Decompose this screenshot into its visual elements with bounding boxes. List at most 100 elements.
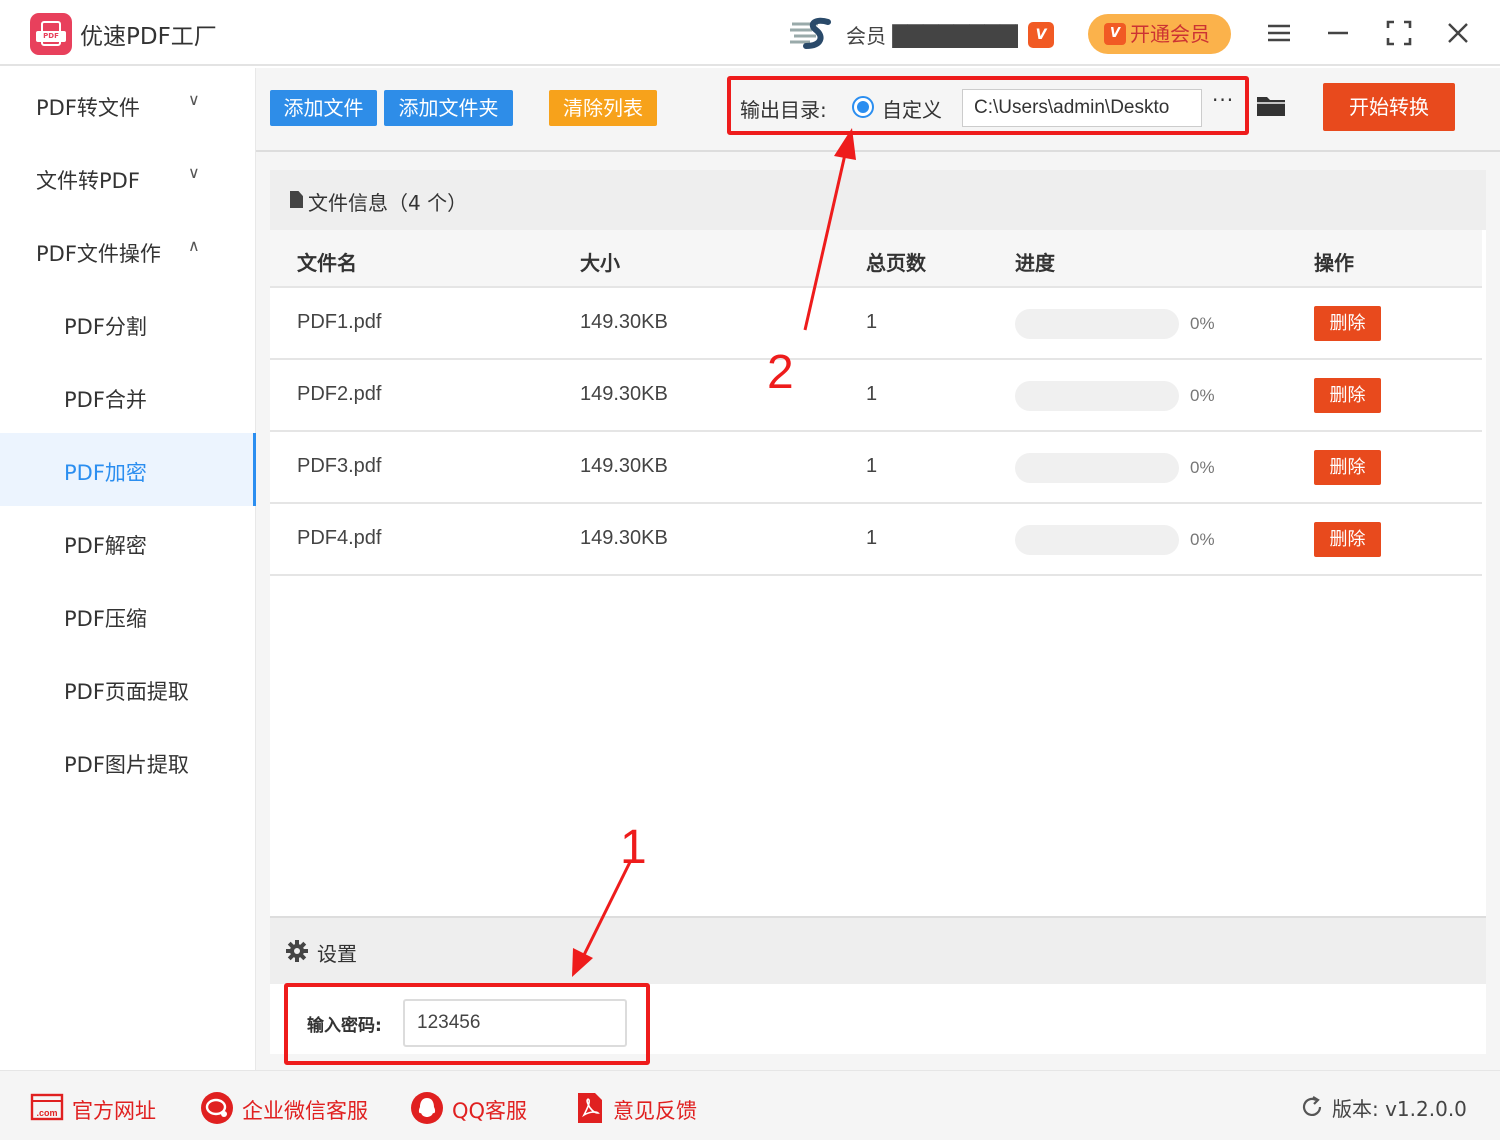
delete-button[interactable]: 删除 <box>1314 306 1381 341</box>
gear-icon <box>286 940 308 962</box>
qq-service-label: QQ客服 <box>452 1099 528 1123</box>
file-info-header: 文件信息（4 个） <box>270 170 1486 230</box>
official-site-label: 官方网址 <box>72 1099 156 1123</box>
file-pages: 1 <box>866 455 878 477</box>
refresh-icon[interactable] <box>1300 1095 1324 1119</box>
app-title: 优速PDF工厂 <box>80 24 217 50</box>
table-header: 文件名 大小 总页数 进度 操作 <box>270 230 1482 288</box>
file-info-panel: 文件信息（4 个） 文件名 大小 总页数 进度 操作 PDF1.pdf 149.… <box>270 170 1486 916</box>
app-window: PDF 优速PDF工厂 会员 ████████████ V V 开通会员 PDF… <box>0 0 1500 1140</box>
progress-text: 0% <box>1190 530 1215 549</box>
close-icon[interactable] <box>1443 18 1473 48</box>
logo-tag: PDF <box>36 31 66 42</box>
file-size: 149.30KB <box>580 527 668 549</box>
sidebar-item-label: PDF文件操作 <box>36 242 161 266</box>
sidebar-item-pdf-page-extract[interactable]: PDF页面提取 <box>0 652 256 725</box>
file-pages: 1 <box>866 311 878 333</box>
sidebar-item-label: PDF页面提取 <box>64 680 189 704</box>
table-row[interactable]: PDF4.pdf 149.30KB 1 0% 删除 <box>270 504 1482 576</box>
settings-header: 设置 <box>270 916 1486 984</box>
sidebar-item-label: PDF分割 <box>64 315 147 339</box>
clear-list-button[interactable]: 清除列表 <box>549 90 657 126</box>
sidebar-item-label: PDF转文件 <box>36 96 140 120</box>
qq-icon <box>411 1092 443 1124</box>
sidebar-item-label: 文件转PDF <box>36 169 140 193</box>
sidebar-item-pdf-operations[interactable]: PDF文件操作 ∧ <box>0 214 256 287</box>
progress-bar <box>1015 453 1179 483</box>
start-convert-button[interactable]: 开始转换 <box>1323 83 1455 131</box>
sidebar-item-label: PDF解密 <box>64 534 147 558</box>
sidebar-item-pdf-split[interactable]: PDF分割 <box>0 287 256 360</box>
progress-text: 0% <box>1190 386 1215 405</box>
file-size: 149.30KB <box>580 383 668 405</box>
user-name[interactable]: 会员 ████████████ <box>846 20 1018 49</box>
wecom-service-label: 企业微信客服 <box>242 1099 368 1123</box>
sidebar-item-pdf-encrypt[interactable]: PDF加密 <box>0 433 256 506</box>
table-row[interactable]: PDF3.pdf 149.30KB 1 0% 删除 <box>270 432 1482 504</box>
progress-text: 0% <box>1190 458 1215 477</box>
sidebar-item-pdf-merge[interactable]: PDF合并 <box>0 360 256 433</box>
table-row[interactable]: PDF1.pdf 149.30KB 1 0% 删除 <box>270 288 1482 360</box>
progress-bar <box>1015 309 1179 339</box>
file-name: PDF1.pdf <box>297 311 382 333</box>
sidebar-item-label: PDF图片提取 <box>64 753 189 777</box>
sidebar-item-label: PDF加密 <box>64 461 147 485</box>
open-vip-button[interactable]: V 开通会员 <box>1088 14 1231 54</box>
annotation-number-2: 2 <box>767 346 794 399</box>
progress-text: 0% <box>1190 314 1215 333</box>
vip-icon: V <box>1104 23 1126 45</box>
column-header-size: 大小 <box>580 251 620 275</box>
sidebar-item-pdf-to-file[interactable]: PDF转文件 ∨ <box>0 68 256 141</box>
version-label: 版本: v1.2.0.0 <box>1332 1097 1467 1121</box>
open-folder-icon[interactable] <box>1256 94 1286 118</box>
fullscreen-icon[interactable] <box>1384 18 1414 48</box>
file-icon <box>290 191 303 208</box>
website-icon: .com <box>30 1093 64 1121</box>
sidebar-item-pdf-image-extract[interactable]: PDF图片提取 <box>0 725 256 798</box>
user-logo-icon <box>790 17 831 49</box>
wecom-icon <box>201 1092 233 1124</box>
sidebar-item-file-to-pdf[interactable]: 文件转PDF ∨ <box>0 141 256 214</box>
annotation-box-output-dir <box>727 76 1249 135</box>
delete-button[interactable]: 删除 <box>1314 450 1381 485</box>
progress-bar <box>1015 525 1179 555</box>
file-size: 149.30KB <box>580 311 668 333</box>
column-header-action: 操作 <box>1314 251 1354 275</box>
annotation-box-password <box>284 983 650 1065</box>
progress-bar <box>1015 381 1179 411</box>
minimize-icon[interactable] <box>1323 18 1353 48</box>
menu-icon[interactable] <box>1264 18 1294 48</box>
chevron-down-icon: ∨ <box>188 90 200 109</box>
annotation-number-1: 1 <box>620 821 647 874</box>
sidebar-item-pdf-compress[interactable]: PDF压缩 <box>0 579 256 652</box>
file-name: PDF3.pdf <box>297 455 382 477</box>
delete-button[interactable]: 删除 <box>1314 522 1381 557</box>
footer: .com 官方网址 企业微信客服 QQ客服 意见反馈 版本: v1.2.0.0 <box>0 1070 1500 1140</box>
file-name: PDF4.pdf <box>297 527 382 549</box>
add-folder-button[interactable]: 添加文件夹 <box>384 90 513 126</box>
file-pages: 1 <box>866 527 878 549</box>
title-bar: PDF 优速PDF工厂 会员 ████████████ V V 开通会员 <box>0 0 1500 66</box>
file-size: 149.30KB <box>580 455 668 477</box>
user-vip-badge: V <box>1028 22 1054 48</box>
column-header-name: 文件名 <box>297 251 357 275</box>
open-vip-label: 开通会员 <box>1130 22 1210 46</box>
table-row[interactable]: PDF2.pdf 149.30KB 1 0% 删除 <box>270 360 1482 432</box>
app-logo-icon: PDF <box>30 13 72 55</box>
sidebar-item-label: PDF压缩 <box>64 607 147 631</box>
chevron-down-icon: ∨ <box>188 163 200 182</box>
chevron-up-icon: ∧ <box>188 236 200 255</box>
settings-title: 设置 <box>317 942 357 966</box>
sidebar-item-pdf-decrypt[interactable]: PDF解密 <box>0 506 256 579</box>
file-info-title: 文件信息（4 个） <box>308 191 468 215</box>
sidebar: PDF转文件 ∨ 文件转PDF ∨ PDF文件操作 ∧ PDF分割 PDF合并 … <box>0 68 256 1070</box>
com-badge: .com <box>36 1108 57 1118</box>
main-area: 文件信息（4 个） 文件名 大小 总页数 进度 操作 PDF1.pdf 149.… <box>256 152 1500 1070</box>
delete-button[interactable]: 删除 <box>1314 378 1381 413</box>
column-header-pages: 总页数 <box>866 251 926 275</box>
feedback-label: 意见反馈 <box>613 1099 697 1123</box>
pdf-feedback-icon <box>578 1093 602 1123</box>
add-file-button[interactable]: 添加文件 <box>270 90 377 126</box>
file-name: PDF2.pdf <box>297 383 382 405</box>
file-pages: 1 <box>866 383 878 405</box>
